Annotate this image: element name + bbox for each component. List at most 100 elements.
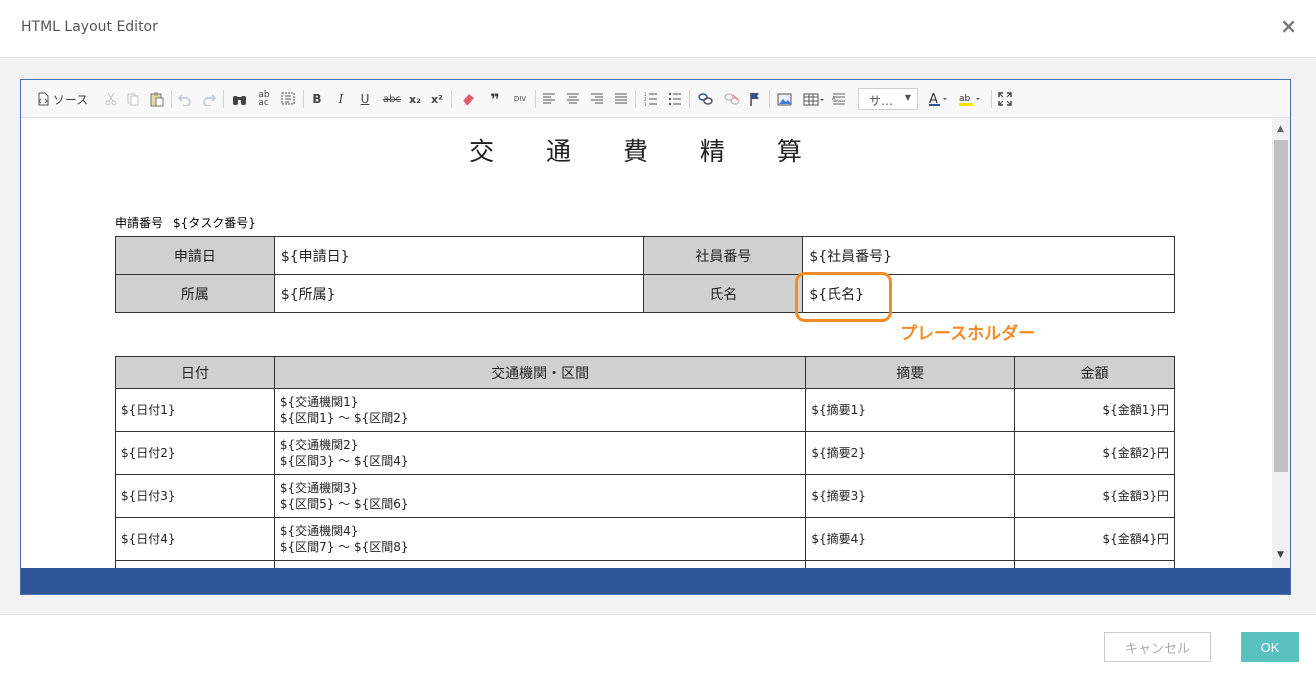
info-value[interactable]: ${申請日}	[273, 236, 645, 275]
scroll-up-icon[interactable]: ▲	[1277, 124, 1284, 134]
close-icon[interactable]: ×	[1280, 16, 1297, 36]
align-center-button[interactable]	[565, 90, 581, 108]
find-button[interactable]	[231, 90, 247, 108]
replace-button[interactable]: ab ac	[255, 90, 273, 108]
date-cell[interactable]: ${日付4}	[115, 517, 275, 561]
highlight-icon: ab	[958, 91, 984, 107]
undo-button[interactable]	[177, 90, 193, 108]
note-cell[interactable]: ${摘要2}	[805, 431, 1016, 475]
transport-cell[interactable]: ${交通機関1} ${区間1} ～ ${区間2}	[273, 388, 807, 432]
note-cell[interactable]: ${摘要3}	[805, 474, 1016, 518]
subscript-button[interactable]: x₂	[407, 90, 423, 108]
image-button[interactable]	[775, 90, 793, 108]
toolbar-separator	[451, 90, 452, 108]
transport-text: ${交通機関2}	[279, 438, 359, 452]
superscript-button[interactable]: x²	[429, 90, 445, 108]
toolbar-separator	[535, 90, 536, 108]
align-right-button[interactable]	[589, 90, 605, 108]
flag-icon	[749, 92, 761, 106]
paste-button[interactable]	[149, 90, 165, 108]
column-header: 日付	[115, 356, 275, 389]
transport-cell[interactable]: ${交通機関2} ${区間3} ～ ${区間4}	[273, 431, 807, 475]
redo-button[interactable]	[201, 90, 217, 108]
remove-format-button[interactable]	[459, 90, 477, 108]
html-editor: ソース ab ac B I U abc x₂ x² ❞ DIV 1 2 3 A …	[20, 79, 1291, 595]
column-header: 交通機関・区間	[273, 356, 807, 389]
amount-cell[interactable]	[1014, 560, 1175, 568]
maximize-button[interactable]	[997, 90, 1013, 108]
bg-color-button[interactable]: ab	[957, 90, 985, 108]
note-cell[interactable]: ${摘要1}	[805, 388, 1016, 432]
clipboard-icon	[150, 92, 164, 107]
div-icon: DIV	[513, 95, 527, 103]
section-text: ${区間5} ～ ${区間6}	[279, 497, 409, 511]
transport-cell[interactable]: ${交通機関4} ${区間7} ～ ${区間8}	[273, 517, 807, 561]
amount-cell[interactable]: ${金額1}円	[1014, 388, 1175, 432]
copy-button[interactable]	[125, 90, 141, 108]
link-button[interactable]	[697, 90, 715, 108]
scroll-down-icon[interactable]: ▼	[1277, 550, 1284, 560]
transport-text: ${交通機関3}	[279, 481, 359, 495]
link-icon	[698, 92, 714, 106]
hr-button[interactable]: A	[831, 90, 847, 108]
format-select[interactable]: サ… ▼	[858, 88, 918, 110]
info-label: 所属	[115, 274, 275, 313]
bold-button[interactable]: B	[309, 90, 325, 108]
note-cell[interactable]	[805, 560, 1016, 568]
cancel-button[interactable]: キャンセル	[1104, 632, 1211, 662]
ok-button[interactable]: OK	[1241, 632, 1299, 662]
date-cell[interactable]: ${日付1}	[115, 388, 275, 432]
div-button[interactable]: DIV	[511, 90, 529, 108]
transport-text: ${交通機関1}	[279, 395, 359, 409]
editor-toolbar: ソース ab ac B I U abc x₂ x² ❞ DIV 1 2 3 A …	[21, 80, 1290, 118]
source-button[interactable]: ソース	[33, 90, 91, 108]
editor-content[interactable]: 交 通 費 精 算 申請番号 ${タスク番号} 申請日 ${申請日} 社員番号 $…	[21, 118, 1272, 568]
date-cell[interactable]: ${日付2}	[115, 431, 275, 475]
note-cell[interactable]: ${摘要4}	[805, 517, 1016, 561]
table-row	[115, 560, 1175, 568]
anchor-button[interactable]	[747, 90, 763, 108]
italic-button[interactable]: I	[333, 90, 349, 108]
info-value[interactable]: ${所属}	[273, 274, 645, 313]
underline-button[interactable]: U	[357, 90, 373, 108]
align-left-button[interactable]	[541, 90, 557, 108]
select-all-button[interactable]	[279, 90, 297, 108]
blockquote-button[interactable]: ❞	[487, 90, 503, 109]
toolbar-separator	[769, 90, 770, 108]
redo-icon	[202, 92, 216, 106]
unlink-button[interactable]	[723, 90, 741, 108]
align-left-icon	[542, 93, 556, 105]
cut-button[interactable]	[103, 90, 119, 108]
date-cell[interactable]	[115, 560, 275, 568]
amount-cell[interactable]: ${金額4}円	[1014, 517, 1175, 561]
numbered-list-icon: 123	[644, 92, 658, 106]
toolbar-separator	[303, 90, 304, 108]
strikethrough-button[interactable]: abc	[381, 90, 403, 108]
scissors-icon	[104, 92, 118, 106]
image-icon	[777, 93, 792, 106]
info-value[interactable]: ${社員番号}	[802, 236, 1175, 275]
placeholder-annotation: プレースホルダー	[900, 324, 1036, 344]
maximize-icon	[998, 92, 1012, 106]
numbered-list-button[interactable]: 123	[643, 90, 659, 108]
editor-status-bar	[21, 568, 1290, 594]
vertical-scrollbar[interactable]: ▲ ▼	[1272, 118, 1290, 568]
text-color-button[interactable]: A	[927, 90, 951, 108]
table-button[interactable]	[801, 90, 827, 108]
placeholder-highlight	[795, 272, 892, 322]
copy-icon	[126, 92, 140, 106]
horizontal-rule-icon: A	[832, 92, 846, 106]
dialog-header: HTML Layout Editor ×	[0, 0, 1316, 58]
transport-cell[interactable]	[273, 560, 807, 568]
transport-text: ${交通機関4}	[279, 524, 359, 538]
date-cell[interactable]: ${日付3}	[115, 474, 275, 518]
justify-button[interactable]	[613, 90, 629, 108]
section-text: ${区間7} ～ ${区間8}	[279, 540, 409, 554]
transport-cell[interactable]: ${交通機関3} ${区間5} ～ ${区間6}	[273, 474, 807, 518]
bulleted-list-button[interactable]	[667, 90, 683, 108]
scroll-thumb[interactable]	[1274, 140, 1288, 472]
amount-cell[interactable]: ${金額3}円	[1014, 474, 1175, 518]
unlink-icon	[724, 92, 740, 106]
replace-icon: ab ac	[258, 90, 270, 108]
amount-cell[interactable]: ${金額2}円	[1014, 431, 1175, 475]
